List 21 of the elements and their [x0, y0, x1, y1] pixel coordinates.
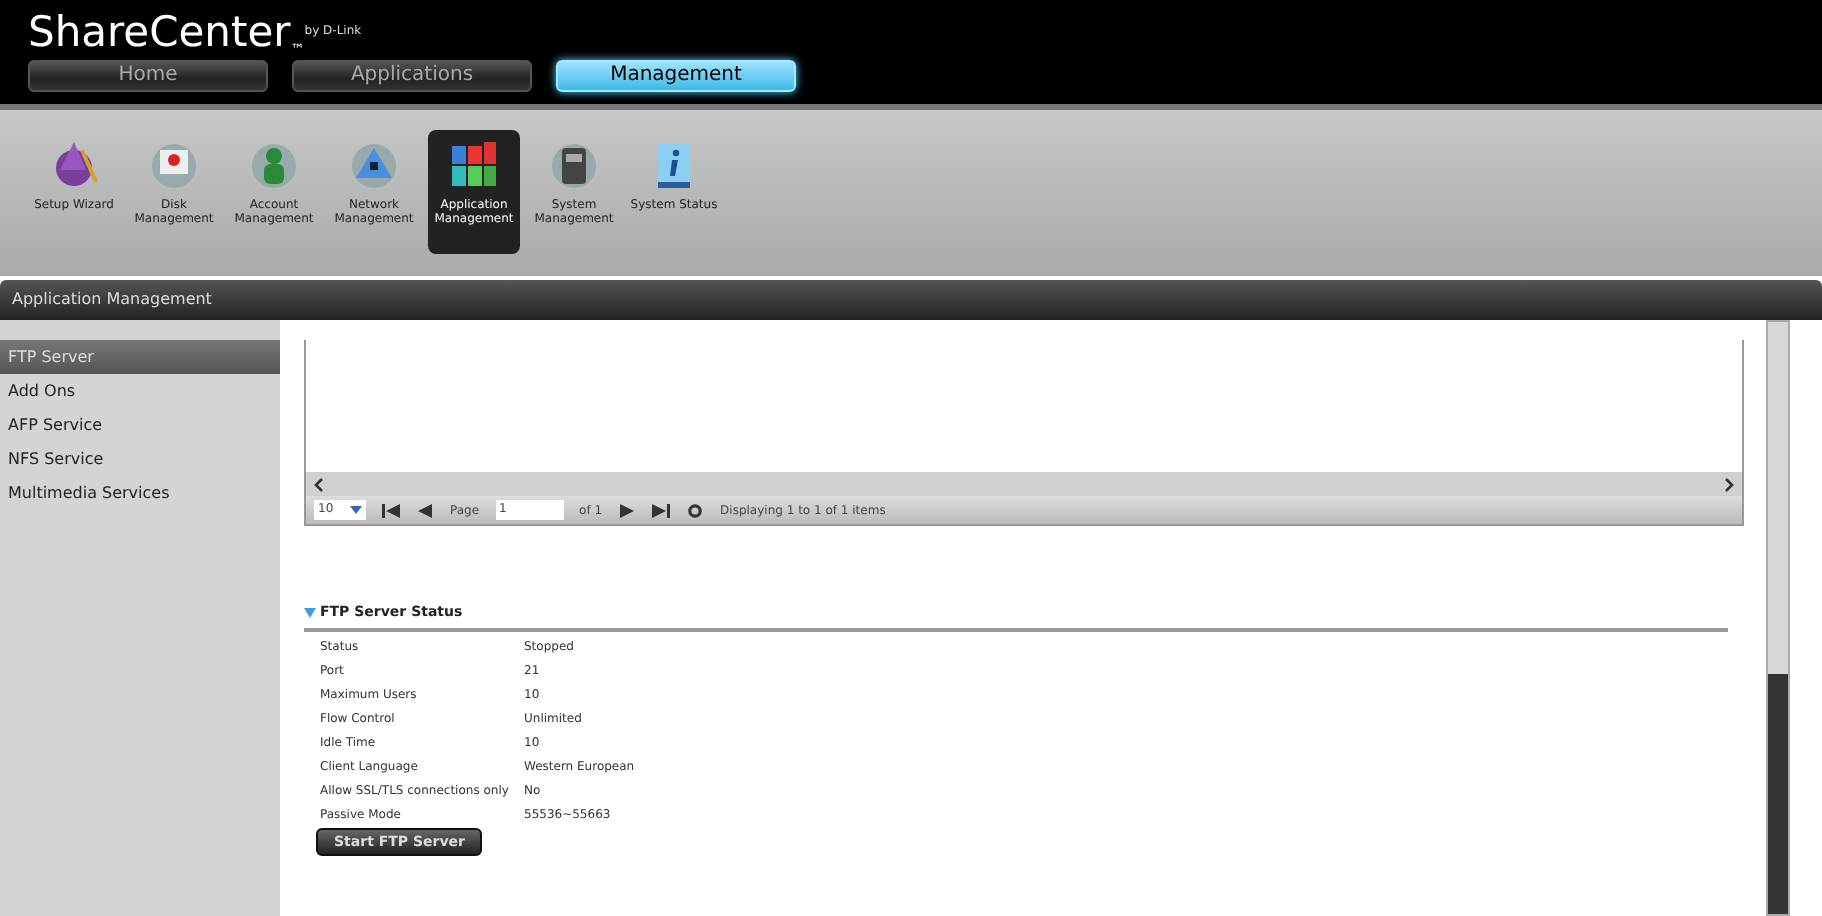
nav-tab[interactable]: Home [28, 60, 268, 92]
refresh-icon[interactable] [686, 503, 705, 517]
nav-tab[interactable]: Management [556, 60, 796, 92]
vertical-scrollbar[interactable] [1766, 320, 1790, 916]
first-page-icon[interactable] [382, 503, 400, 517]
scroll-right-icon[interactable] [1724, 477, 1734, 491]
last-page-icon[interactable] [652, 503, 671, 517]
next-page-icon[interactable] [618, 503, 637, 517]
caret-icon [350, 506, 362, 514]
previous-page-icon[interactable] [416, 503, 434, 517]
horizontal-scrollbar[interactable] [306, 472, 1742, 496]
sidebar-item[interactable]: AFP Service [0, 408, 280, 442]
nav-tab[interactable]: Applications [292, 60, 532, 92]
sidebar-item[interactable]: Multimedia Services [0, 476, 280, 510]
sidebar-item[interactable]: Add Ons [0, 374, 280, 408]
sidebar-item[interactable]: NFS Service [0, 442, 280, 476]
section-title: Application Management [0, 280, 1822, 320]
scroll-left-icon[interactable] [314, 477, 324, 491]
collapse-triangle-icon[interactable] [304, 606, 316, 619]
scroll-thumb[interactable] [1768, 674, 1788, 914]
sidebar-item[interactable]: FTP Server [0, 340, 280, 374]
